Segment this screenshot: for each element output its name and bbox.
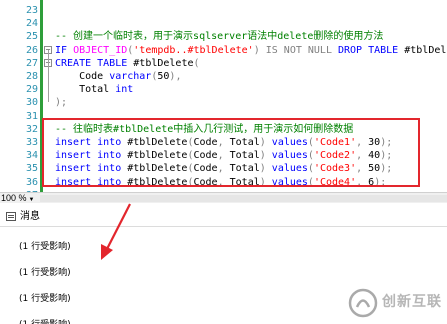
code-token: Total	[55, 84, 116, 96]
line-number: 28	[25, 71, 38, 82]
code-token: #tblDelete;	[404, 44, 447, 56]
highlight-box	[42, 118, 420, 187]
code-token: CREATE TABLE	[55, 57, 134, 69]
caret-down-icon: ▼	[28, 197, 35, 203]
tab-messages[interactable]: 消息	[2, 208, 44, 225]
code-token: int	[115, 84, 134, 96]
code-text: );	[55, 96, 67, 109]
code-text: Total int	[55, 83, 133, 96]
line-number: 33	[25, 137, 38, 148]
code-token: );	[55, 97, 68, 109]
results-tab-bar: 消息	[0, 205, 447, 227]
code-line: 30);	[0, 96, 447, 109]
code-token: IF	[55, 44, 74, 56]
messages-icon	[6, 212, 16, 221]
code-token: 'tempdb..#tblDelete'	[133, 44, 254, 56]
line-number: 36	[25, 176, 38, 188]
line-number: 26	[25, 44, 38, 56]
code-token: 50	[157, 71, 170, 82]
zoom-selector[interactable]: 100 % ▼	[0, 193, 34, 203]
annotation-arrow	[101, 203, 131, 260]
line-number: 34	[25, 150, 38, 162]
code-text: Code varchar(50),	[55, 70, 181, 83]
line-number: 25	[25, 31, 38, 43]
code-token: )	[253, 44, 266, 56]
brand-logo-icon	[348, 288, 378, 318]
code-line: 27−CREATE TABLE #tblDelete(	[0, 57, 447, 70]
sql-editor[interactable]: 23 24 25 -- 创建一个临时表，用于演示sqlserver语法中delete删…	[0, 0, 447, 192]
code-text: -- 创建一个临时表，用于演示sqlserver语法中delete删除的使用方法	[55, 30, 383, 43]
code-line: 29 Total int	[0, 83, 447, 96]
line-number: 29	[25, 84, 38, 96]
code-line: 24	[0, 17, 447, 30]
line-number: 27	[25, 57, 38, 69]
code-token: (	[193, 57, 200, 69]
fold-guide	[48, 50, 49, 102]
line-number: 32	[25, 123, 38, 135]
message-line: (1 行受影响)	[19, 317, 71, 324]
code-token: #tblDelete	[133, 57, 194, 69]
code-text: IF OBJECT_ID('tempdb..#tblDelete') IS NO…	[55, 44, 447, 57]
zoom-value: 100 %	[1, 193, 27, 203]
code-token: DROP TABLE	[338, 44, 405, 56]
watermark-text: 创新互联	[382, 294, 442, 310]
message-line: (1 行受影响)	[19, 268, 71, 278]
code-line: 23	[0, 4, 447, 17]
editor-status-strip: 100 % ▼	[0, 192, 447, 203]
code-token: ),	[169, 71, 182, 82]
line-number: 31	[25, 110, 38, 122]
code-token: IS NOT NULL	[265, 44, 338, 56]
code-token: OBJECT_ID	[73, 44, 128, 56]
code-line: 28 Code varchar(50),	[0, 70, 447, 83]
code-line: 26−IF OBJECT_ID('tempdb..#tblDelete') IS…	[0, 44, 447, 57]
message-line: (1 行受影响)	[19, 242, 71, 252]
tab-messages-label: 消息	[20, 211, 40, 222]
line-number: 35	[25, 163, 38, 175]
line-number: 23	[25, 5, 38, 16]
code-token: varchar	[109, 71, 152, 82]
watermark: 创新互联	[348, 285, 447, 321]
code-token: Code	[55, 71, 110, 82]
message-line: (1 行受影响)	[19, 294, 71, 304]
line-number: 24	[25, 18, 38, 30]
line-number: 30	[25, 97, 38, 109]
code-line: 25 -- 创建一个临时表，用于演示sqlserver语法中delete删除的使用…	[0, 30, 447, 43]
code-token: -- 创建一个临时表，用于演示sqlserver语法中delete删除的使用方法	[55, 31, 384, 43]
code-text: CREATE TABLE #tblDelete(	[55, 57, 200, 70]
